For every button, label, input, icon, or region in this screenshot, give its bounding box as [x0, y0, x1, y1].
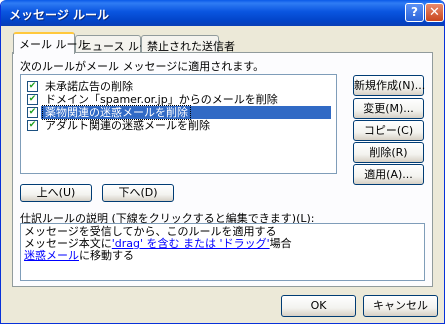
rule-label: ドメイン「spamer.or.jp」からのメールを削除 — [45, 93, 278, 106]
move-up-button[interactable]: 上へ(U) — [20, 184, 92, 202]
help-button[interactable]: ? — [405, 3, 424, 22]
rule-checkbox[interactable]: ✔ — [27, 81, 38, 92]
move-down-button[interactable]: 下へ(D) — [102, 184, 174, 202]
apply-rule-button[interactable]: 適用(A)... — [353, 164, 424, 185]
rule-item-selected[interactable]: ✔ 薬物関連の迷惑メールを削除 — [27, 105, 327, 120]
instruction-text: 次のルールがメール メッセージに適用されます。 — [20, 60, 265, 73]
delete-rule-button[interactable]: 削除(R) — [353, 142, 424, 163]
folder-link[interactable]: 迷惑メール — [24, 249, 79, 262]
rules-list[interactable]: ✔ 未承諾広告の削除 ✔ ドメイン「spamer.or.jp」からのメールを削除… — [20, 74, 337, 174]
modify-rule-button[interactable]: 変更(M)... — [353, 98, 424, 119]
cancel-button[interactable]: キャンセル — [363, 295, 438, 317]
copy-rule-button[interactable]: コピー(C) — [353, 120, 424, 141]
tab-blocked-senders[interactable]: 禁止された送信者 — [141, 35, 235, 53]
rule-checkbox[interactable]: ✔ — [27, 94, 38, 105]
rule-label: 薬物関連の迷惑メールを削除 — [42, 105, 191, 120]
window-title: メッセージ ルール — [9, 8, 109, 22]
description-line: 迷惑メールに移動する — [24, 250, 421, 262]
title-bar[interactable]: メッセージ ルール ? ✕ — [1, 0, 444, 26]
rules-dialog: メッセージ ルール ? ✕ メール ルール ニュース ルール 禁止された送信者 … — [0, 0, 445, 324]
ok-button[interactable]: OK — [281, 295, 356, 317]
rule-label: アダルト関連の迷惑メールを削除 — [45, 119, 210, 132]
rule-checkbox[interactable]: ✔ — [27, 107, 38, 118]
close-button[interactable]: ✕ — [425, 3, 444, 22]
description-text: 場合 — [269, 237, 292, 250]
condition-link[interactable]: 'drag' を含む または 'ドラッグ' — [112, 237, 270, 250]
rule-label: 未承諾広告の削除 — [45, 80, 133, 93]
tab-mail-rules[interactable]: メール ルール — [13, 32, 89, 54]
rule-description-box: メッセージを受信してから、このルールを適用する メッセージ本文に'drag' を… — [20, 223, 425, 281]
new-rule-button[interactable]: 新規作成(N)... — [353, 75, 425, 96]
rule-checkbox[interactable]: ✔ — [27, 120, 38, 131]
description-text: に移動する — [79, 249, 134, 262]
